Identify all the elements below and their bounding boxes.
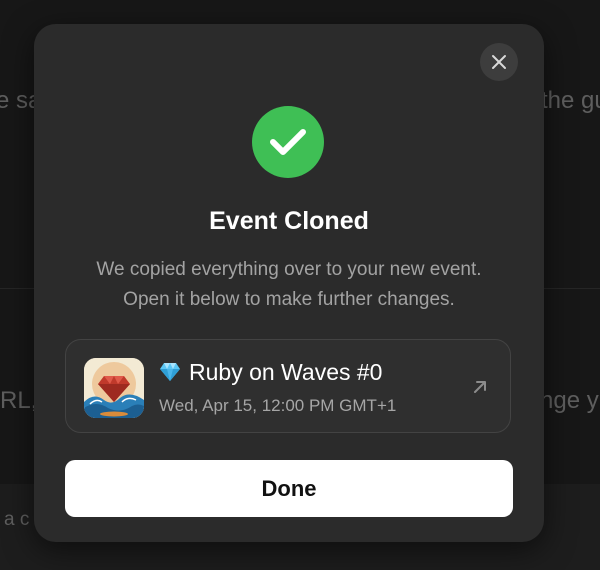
close-button[interactable] (480, 43, 518, 81)
arrow-up-right-icon (474, 381, 486, 393)
gem-icon (160, 363, 180, 381)
description-line: Open it below to make further changes. (123, 289, 455, 310)
background-text: a c (4, 509, 30, 530)
dialog-description: We copied everything over to your new ev… (34, 255, 544, 315)
background-text: the gu (541, 87, 600, 114)
checkmark-icon (270, 129, 306, 155)
dialog-title: Event Cloned (209, 207, 369, 235)
event-cloned-dialog: Event Cloned We copied everything over t… (34, 24, 544, 542)
description-line: We copied everything over to your new ev… (96, 259, 482, 280)
event-card-link[interactable]: Ruby on Waves #0 Wed, Apr 15, 12:00 PM G… (65, 339, 511, 433)
background-text: nge y (540, 387, 599, 414)
event-name: Ruby on Waves #0 (159, 358, 382, 386)
close-icon (492, 55, 506, 69)
event-name-text: Ruby on Waves #0 (189, 359, 383, 385)
done-button[interactable]: Done (65, 460, 513, 517)
event-thumbnail (84, 358, 144, 418)
event-date: Wed, Apr 15, 12:00 PM GMT+1 (159, 396, 397, 415)
success-badge (252, 106, 324, 178)
